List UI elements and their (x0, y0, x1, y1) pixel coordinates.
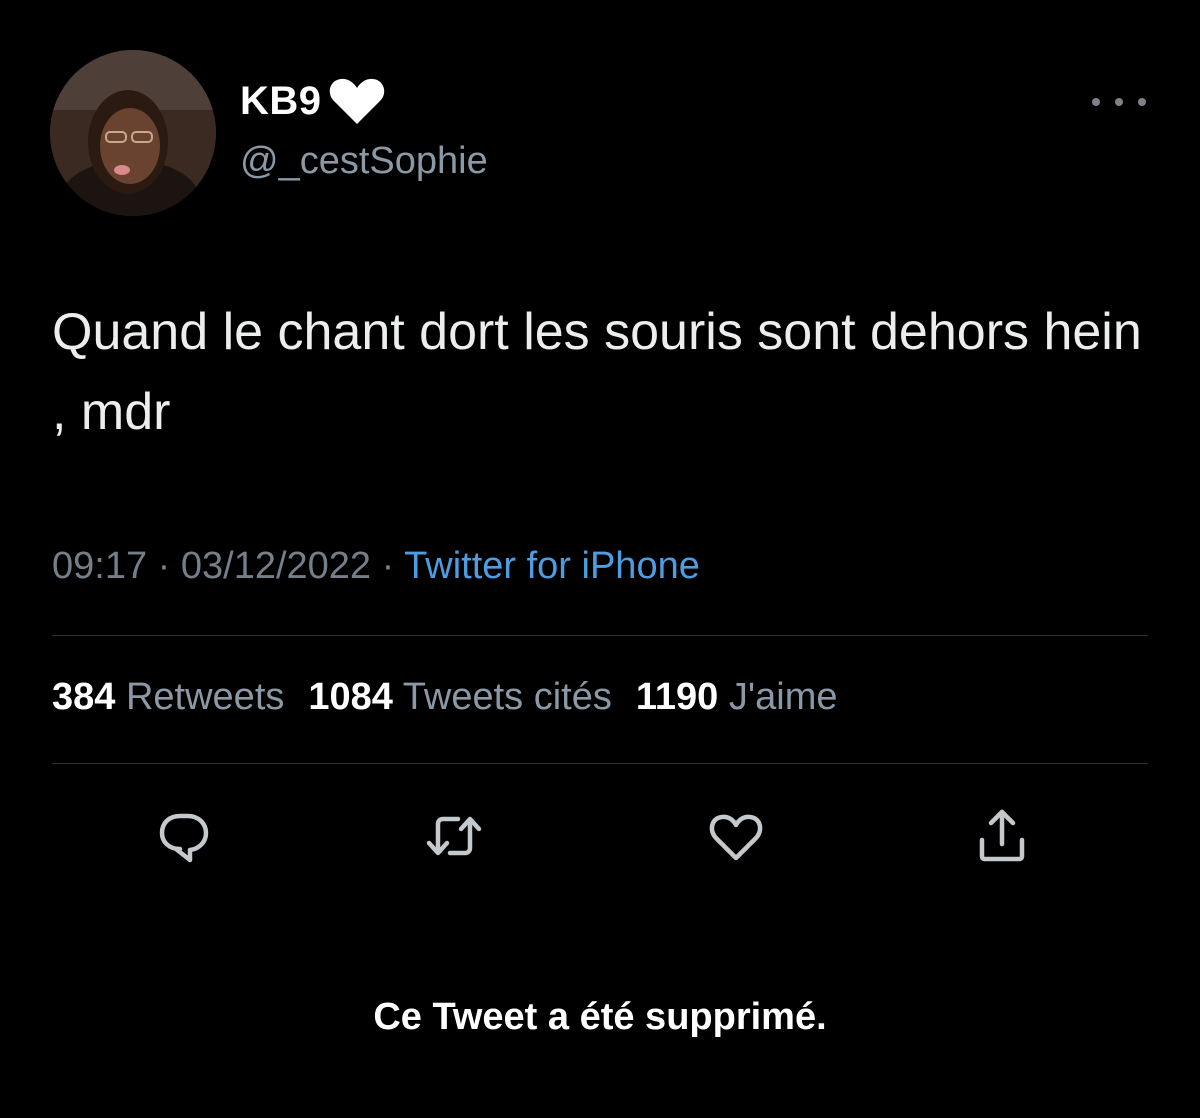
avatar[interactable] (50, 50, 216, 216)
share-button[interactable] (966, 800, 1038, 872)
quotes-label: Tweets cités (402, 676, 612, 718)
retweets-count: 384 (52, 676, 116, 718)
retweet-button[interactable] (418, 800, 490, 872)
heart-icon (328, 76, 386, 126)
retweets-label: Retweets (125, 676, 285, 718)
divider (52, 635, 1148, 636)
reply-icon (159, 813, 209, 863)
avatar-image (50, 50, 216, 216)
heart-icon (709, 814, 763, 861)
tweet-time: 09:17 (52, 545, 148, 587)
dot (1138, 98, 1146, 106)
reply-button[interactable] (148, 800, 220, 872)
likes-count: 1190 (635, 676, 719, 718)
tweet-stats: 384 Retweets 1084 Tweets cités 1190 J'aime (52, 676, 862, 719)
more-options-icon[interactable] (1092, 92, 1146, 112)
tweet-meta: 09:17 · 03/12/2022 · Twitter for iPhone (52, 545, 700, 588)
like-button[interactable] (700, 800, 772, 872)
user-handle[interactable]: @_cestSophie (240, 140, 488, 183)
retweet-icon (426, 816, 482, 856)
likes-stat[interactable]: 1190 J'aime (636, 676, 862, 718)
tweet-deleted-notice: Ce Tweet a été supprimé. (373, 996, 827, 1038)
action-bar (0, 800, 1200, 880)
meta-separator: · (157, 545, 171, 587)
share-icon (979, 809, 1025, 862)
tweet-card: KB9 @_cestSophie Quand le chant dort les… (0, 0, 1200, 1118)
dot (1115, 98, 1123, 106)
likes-label: J'aime (728, 676, 838, 718)
tweet-source-link[interactable]: Twitter for iPhone (404, 545, 700, 587)
quotes-count: 1084 (308, 676, 393, 718)
meta-separator: · (381, 545, 395, 587)
quotes-stat[interactable]: 1084 Tweets cités (308, 676, 636, 718)
tweet-date: 03/12/2022 (180, 545, 372, 587)
display-name[interactable]: KB9 (240, 79, 322, 124)
retweets-stat[interactable]: 384 Retweets (52, 676, 308, 718)
tweet-text: Quand le chant dort les souris sont deho… (52, 303, 1142, 441)
dot (1092, 98, 1100, 106)
divider (52, 763, 1148, 764)
author-name-row[interactable]: KB9 (240, 76, 386, 126)
